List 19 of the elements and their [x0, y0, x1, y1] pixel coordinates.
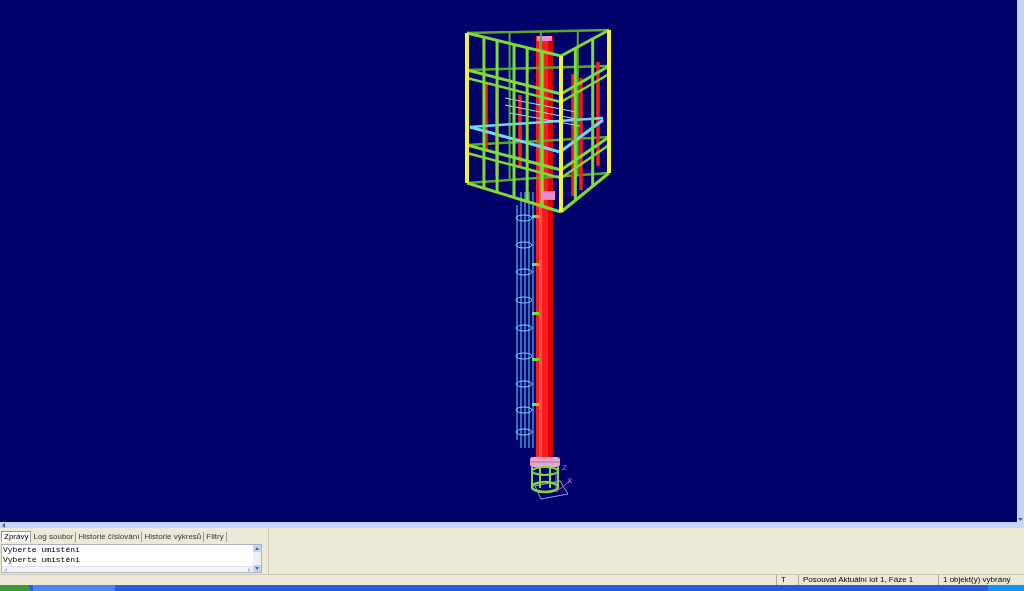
axis-label: Z: [562, 463, 567, 472]
axis-label: X: [567, 476, 573, 485]
system-tray: [988, 585, 1024, 591]
horizontal-scrollbar[interactable]: [0, 522, 1024, 528]
panel-tab[interactable]: Log soubor: [31, 532, 77, 542]
message-box[interactable]: Vyberte umístění Vyberte umístění: [1, 544, 262, 573]
panel-tab[interactable]: Filtry: [204, 532, 227, 542]
panel-tab[interactable]: Zprávy: [1, 531, 32, 542]
base-frame: [529, 457, 569, 500]
message-line: Vyberte umístění: [3, 555, 81, 565]
panel-tab[interactable]: Historie číslování: [76, 532, 143, 542]
caret-left-icon[interactable]: [2, 522, 5, 528]
start-button[interactable]: [0, 585, 30, 591]
panel-tab[interactable]: Historie výkresů: [142, 532, 205, 542]
vertical-scrollbar[interactable]: [253, 545, 261, 572]
model-viewport[interactable]: Z X: [0, 0, 1017, 522]
message-line: Vyberte umístění: [3, 545, 81, 555]
vertical-scrollbar[interactable]: [1017, 0, 1024, 522]
axis-icon: [555, 471, 571, 493]
